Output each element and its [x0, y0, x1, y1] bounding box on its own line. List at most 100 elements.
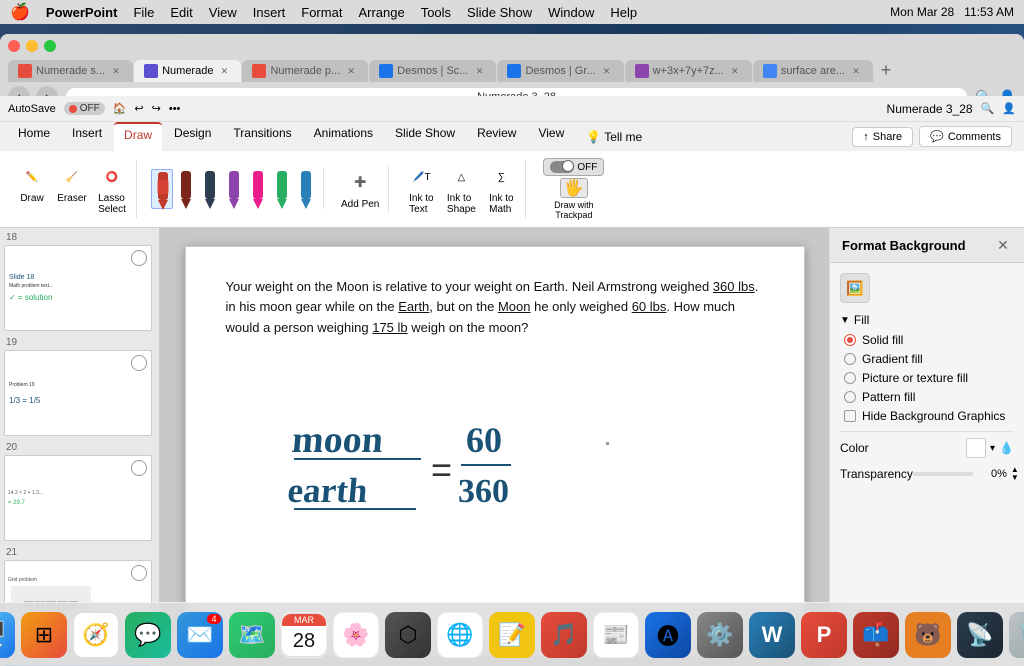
menu-slideshow[interactable]: Slide Show	[467, 5, 532, 20]
browser-maximize-btn[interactable]	[44, 40, 56, 52]
menu-file[interactable]: File	[133, 5, 154, 20]
dock-chrome[interactable]: 🌐	[437, 612, 483, 658]
tab-tellme[interactable]: 💡 Tell me	[576, 122, 652, 151]
pattern-fill-option[interactable]: Pattern fill	[844, 390, 1014, 404]
browser-tab-numerade1[interactable]: Numerade s... ✕	[8, 60, 133, 82]
toolbar-home[interactable]: 🏠	[113, 102, 127, 115]
ppt-person[interactable]: 👤	[1002, 102, 1016, 115]
tab-draw[interactable]: Draw	[114, 122, 162, 151]
dock-trash[interactable]: 🗑️	[1009, 612, 1024, 658]
slide-canvas[interactable]: Your weight on the Moon is relative to y…	[185, 246, 805, 656]
dock-mail2[interactable]: 📫	[853, 612, 899, 658]
pen-pink[interactable]	[247, 169, 269, 209]
tab-close-numerade2[interactable]: ✕	[217, 64, 231, 78]
dock-mail[interactable]: ✉️ 4	[177, 612, 223, 658]
browser-close-btn[interactable]	[8, 40, 20, 52]
panel-picture-icon[interactable]: 🖼️	[840, 273, 870, 303]
dock-finder[interactable]: 🖥️	[0, 612, 15, 658]
dock-maps[interactable]: 🗺️	[229, 612, 275, 658]
add-pen-tool[interactable]: ➕ Add Pen	[338, 166, 382, 213]
lasso-select-tool[interactable]: ⭕ LassoSelect	[94, 160, 130, 218]
slide-thumb-20[interactable]: 20 14.2 × 2 + 1.3... = 29.7	[4, 442, 155, 541]
browser-tab-desmos2[interactable]: Desmos | Gr... ✕	[497, 60, 623, 82]
tab-insert[interactable]: Insert	[62, 122, 112, 151]
browser-tab-numerade3[interactable]: Numerade p... ✕	[242, 60, 368, 82]
slide-thumb-19[interactable]: 19 Problem 19 1/3 = 1/5	[4, 337, 155, 436]
tab-close-desmos2[interactable]: ✕	[600, 64, 614, 78]
pen-blue[interactable]	[295, 169, 317, 209]
dock-calendar[interactable]: MAR 28	[281, 612, 327, 658]
transparency-spinbox[interactable]: ▲▼	[1011, 466, 1019, 482]
apple-menu[interactable]: 🍎	[10, 2, 30, 22]
dock-news[interactable]: 📰	[593, 612, 639, 658]
pen-dark[interactable]	[199, 169, 221, 209]
dock-preferences[interactable]: ⚙️	[697, 612, 743, 658]
ink-to-text-tool[interactable]: 🖊️T Ink toText	[403, 160, 439, 218]
toolbar-more[interactable]: •••	[169, 103, 181, 115]
draw-tool[interactable]: ✏️ Draw	[14, 160, 50, 218]
comments-button[interactable]: 💬 Comments	[919, 126, 1012, 147]
tab-close-google[interactable]: ✕	[849, 64, 863, 78]
pen-red[interactable]	[151, 169, 173, 209]
pen-green[interactable]	[271, 169, 293, 209]
tab-close-numerade1[interactable]: ✕	[109, 64, 123, 78]
dock-music[interactable]: 🎵	[541, 612, 587, 658]
tab-close-desmos1[interactable]: ✕	[472, 64, 486, 78]
autosave-toggle[interactable]: OFF	[64, 102, 105, 115]
color-swatch[interactable]	[966, 438, 986, 458]
dock-word[interactable]: W	[749, 612, 795, 658]
browser-tab-numerade2[interactable]: Numerade ✕	[134, 60, 241, 82]
menu-tools[interactable]: Tools	[421, 5, 451, 20]
menu-help[interactable]: Help	[610, 5, 637, 20]
solid-fill-option[interactable]: Solid fill	[844, 333, 1014, 347]
dock-safari[interactable]: 🧭	[73, 612, 119, 658]
menu-window[interactable]: Window	[548, 5, 594, 20]
tab-view[interactable]: View	[528, 122, 574, 151]
dock-launchpad[interactable]: ⊞	[21, 612, 67, 658]
toolbar-redo[interactable]: ↪	[152, 102, 161, 115]
trackpad-tool[interactable]: OFF 🖐️ Draw withTrackpad	[540, 155, 607, 223]
menu-view[interactable]: View	[209, 5, 237, 20]
dock-appstore[interactable]: 🅐	[645, 612, 691, 658]
menu-insert[interactable]: Insert	[253, 5, 286, 20]
color-eyedropper-icon[interactable]: 💧	[999, 441, 1014, 455]
browser-tab-desmos1[interactable]: Desmos | Sc... ✕	[369, 60, 496, 82]
dock-messages[interactable]: 💬	[125, 612, 171, 658]
dock-stickies[interactable]: 📝	[489, 612, 535, 658]
new-tab-button[interactable]: +	[874, 58, 898, 82]
menu-arrange[interactable]: Arrange	[358, 5, 404, 20]
dock-apps[interactable]: ⬡	[385, 612, 431, 658]
hide-bg-option[interactable]: Hide Background Graphics	[844, 409, 1014, 423]
tab-review[interactable]: Review	[467, 122, 526, 151]
slide-thumb-18[interactable]: 18 Slide 18 Math problem text... ✓ = sol…	[4, 232, 155, 331]
browser-minimize-btn[interactable]	[26, 40, 38, 52]
pen-dark-red[interactable]	[175, 169, 197, 209]
browser-tab-symbolab[interactable]: w+3x+7y+7z... ✕	[625, 60, 752, 82]
tab-close-symbolab[interactable]: ✕	[728, 64, 742, 78]
tab-slideshow[interactable]: Slide Show	[385, 122, 465, 151]
tab-transitions[interactable]: Transitions	[223, 122, 301, 151]
menu-format[interactable]: Format	[301, 5, 342, 20]
ink-to-math-tool[interactable]: ∑ Ink toMath	[483, 160, 519, 218]
tab-close-numerade3[interactable]: ✕	[344, 64, 358, 78]
eraser-tool[interactable]: 🧹 Eraser	[54, 160, 90, 218]
ppt-search[interactable]: 🔍	[981, 102, 995, 115]
panel-close-button[interactable]: ✕	[994, 236, 1012, 254]
color-expand-icon[interactable]: ▾	[990, 443, 995, 454]
browser-tab-google[interactable]: surface are... ✕	[753, 60, 873, 82]
tab-animations[interactable]: Animations	[304, 122, 383, 151]
share-button[interactable]: ↑ Share	[852, 127, 913, 147]
dock-powerpoint[interactable]: P	[801, 612, 847, 658]
picture-fill-option[interactable]: Picture or texture fill	[844, 371, 1014, 385]
transparency-slider[interactable]	[913, 472, 973, 476]
fill-section-toggle[interactable]: ▼ Fill	[840, 313, 1014, 327]
ink-to-shape-tool[interactable]: △ Ink toShape	[443, 160, 479, 218]
dock-screenconnect[interactable]: 📡	[957, 612, 1003, 658]
dock-bear[interactable]: 🐻	[905, 612, 951, 658]
gradient-fill-option[interactable]: Gradient fill	[844, 352, 1014, 366]
menu-edit[interactable]: Edit	[170, 5, 192, 20]
tab-home[interactable]: Home	[8, 122, 60, 151]
dock-photos[interactable]: 🌸	[333, 612, 379, 658]
tab-design[interactable]: Design	[164, 122, 221, 151]
pen-purple[interactable]	[223, 169, 245, 209]
